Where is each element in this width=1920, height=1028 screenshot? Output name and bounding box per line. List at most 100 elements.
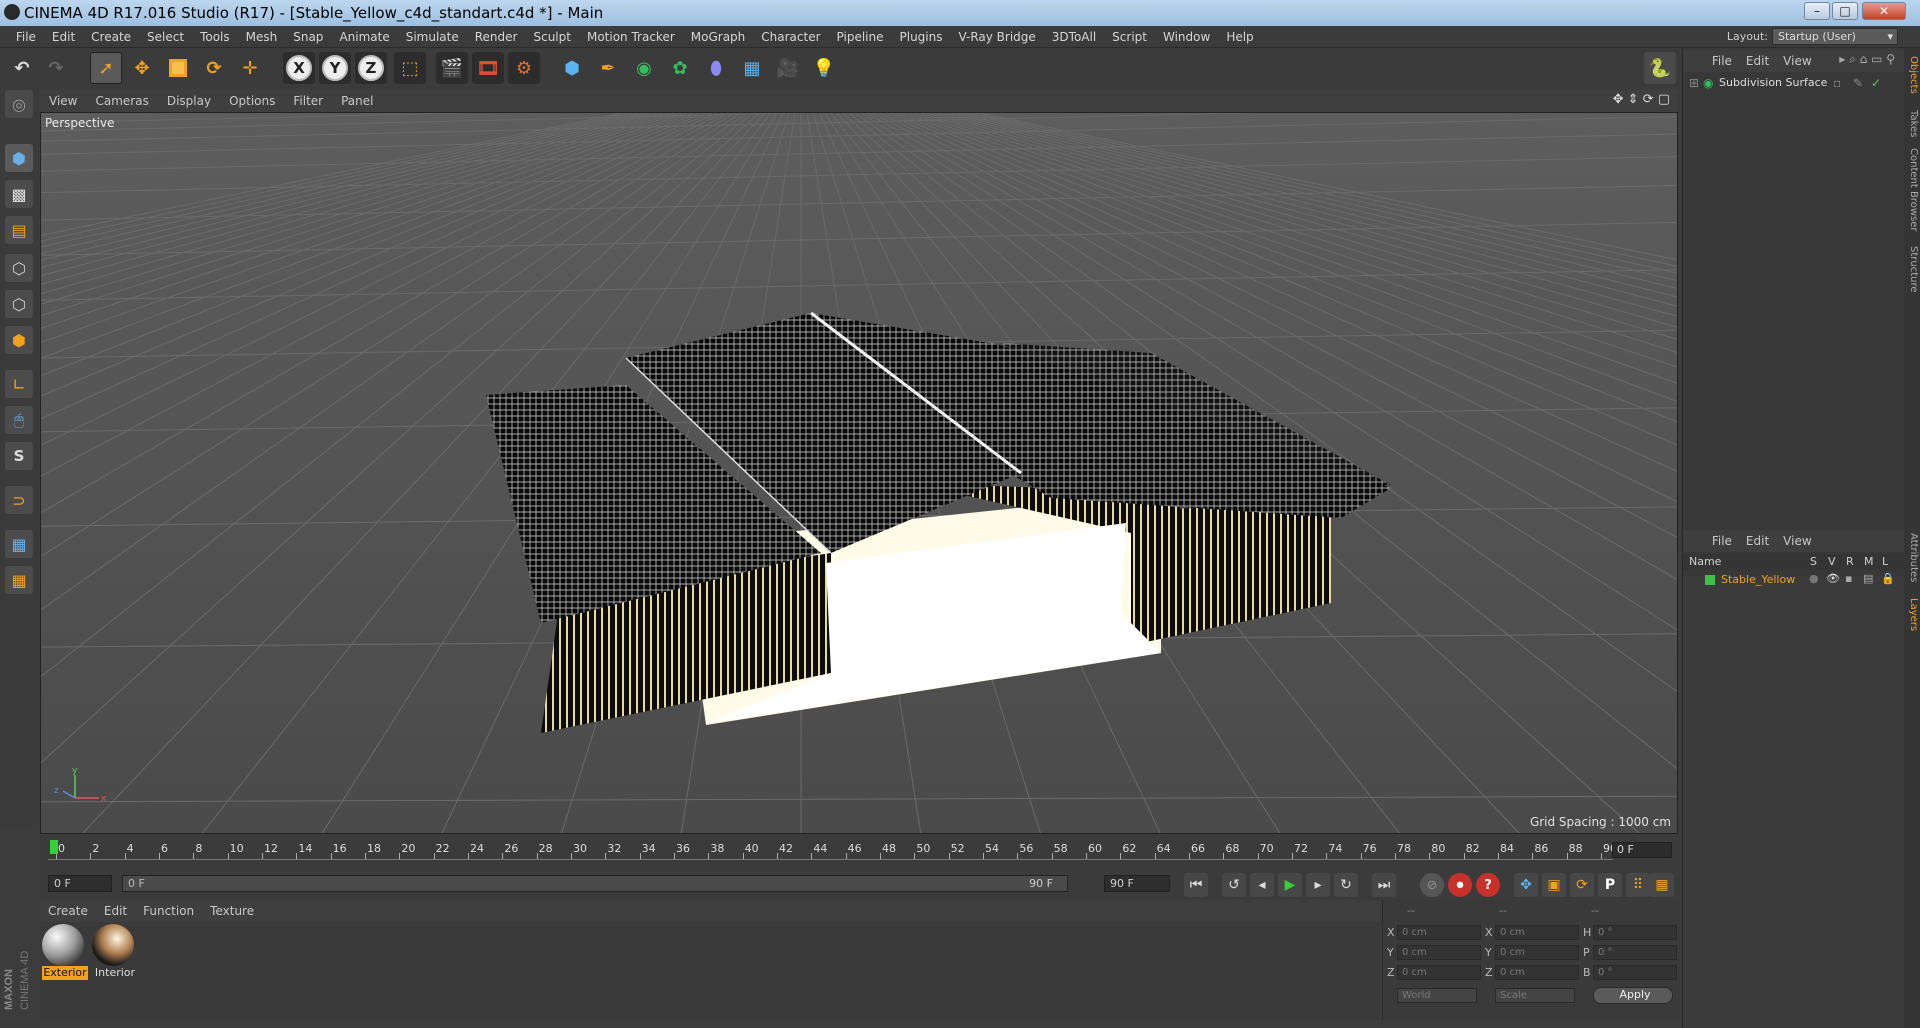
menu-snap[interactable]: Snap	[285, 26, 331, 48]
editor-visibility-icon[interactable]: ▫	[1833, 76, 1841, 90]
minimize-button[interactable]: –	[1804, 2, 1830, 20]
perspective-viewport[interactable]: y x z Perspective Grid Spacing : 1000 cm	[40, 112, 1678, 834]
next-key-icon[interactable]: ↻	[1334, 873, 1358, 897]
object-menu-edit[interactable]: Edit	[1739, 50, 1776, 72]
edges-mode-icon[interactable]: ⬡	[5, 290, 33, 318]
viewport-menu-view[interactable]: View	[40, 90, 86, 112]
rotate-icon[interactable]: ⟳	[198, 52, 230, 84]
menu-pipeline[interactable]: Pipeline	[829, 26, 892, 48]
transform-icon[interactable]: ✛	[234, 52, 266, 84]
menu-help[interactable]: Help	[1218, 26, 1261, 48]
menu-animate[interactable]: Animate	[331, 26, 397, 48]
viewport-menu-filter[interactable]: Filter	[284, 90, 332, 112]
menu-mograph[interactable]: MoGraph	[683, 26, 754, 48]
current-frame-field[interactable]: 0 F	[1612, 842, 1672, 858]
timeline[interactable]: 0 2 4 6 8 10 12 14 16 18 20 22 24 26 28 30 32 34 36 38 40 42 4…	[40, 836, 1680, 870]
solo-toggle-icon[interactable]: ●	[1809, 572, 1819, 585]
solo-mode-icon[interactable]: S	[5, 442, 33, 470]
preview-range-slider[interactable]: 0 F 90 F	[122, 875, 1068, 892]
position-y-field[interactable]: 0 cm	[1397, 945, 1481, 960]
mograph-cloner-icon[interactable]: ✿	[664, 52, 696, 84]
lock-workplane-icon[interactable]: ▦	[5, 530, 33, 558]
object-menu-file[interactable]: File	[1705, 50, 1739, 72]
object-manager-tool-icons[interactable]: ▸ ⌕ ⌂ ▭ ⚲	[1839, 52, 1895, 67]
manager-toggle-icon[interactable]: ▤	[1863, 572, 1873, 585]
end-frame-field[interactable]: 90 F	[1104, 875, 1170, 892]
viewport-menu-display[interactable]: Display	[158, 90, 220, 112]
playhead[interactable]	[50, 840, 58, 854]
record-keys-icon[interactable]: ⊘	[1420, 873, 1444, 897]
enabled-check-icon[interactable]: ✓	[1871, 76, 1881, 90]
deformer-icon[interactable]: ⬮	[700, 52, 732, 84]
menu-character[interactable]: Character	[753, 26, 828, 48]
tab-takes[interactable]: Takes	[1905, 110, 1919, 137]
coordinate-system-icon[interactable]: ⬚	[394, 52, 426, 84]
x-axis-lock-icon[interactable]: X	[283, 52, 315, 84]
menu-sculpt[interactable]: Sculpt	[525, 26, 578, 48]
object-row-subdivision-surface[interactable]: ⊞ ◉ Subdivision Surface ▫ ✎ ✓	[1687, 76, 1901, 92]
previous-frame-icon[interactable]: ◂	[1250, 873, 1274, 897]
menu-render[interactable]: Render	[467, 26, 526, 48]
rotation-p-field[interactable]: 0 °	[1593, 945, 1677, 960]
lock-toggle-icon[interactable]: 🔒	[1881, 572, 1895, 585]
layout-select[interactable]: Startup (User) ▾	[1772, 28, 1898, 45]
tab-attributes[interactable]: Attributes	[1905, 533, 1919, 582]
menu-tools[interactable]: Tools	[192, 26, 238, 48]
keyframe-selection-icon[interactable]: ?	[1476, 873, 1500, 897]
planar-workplane-icon[interactable]: ▦	[5, 566, 33, 594]
tab-content-browser[interactable]: Content Browser	[1905, 148, 1919, 231]
menu-motion-tracker[interactable]: Motion Tracker	[579, 26, 683, 48]
redo-icon[interactable]: ↷	[40, 52, 72, 84]
subdivision-surface-icon[interactable]: ◉	[628, 52, 660, 84]
menu-plugins[interactable]: Plugins	[892, 26, 951, 48]
menu-file[interactable]: File	[8, 26, 44, 48]
material-menu-create[interactable]: Create	[40, 900, 96, 922]
python-icon[interactable]: 🐍	[1644, 52, 1676, 84]
autokey-icon[interactable]: ⏺	[1448, 873, 1472, 897]
undo-icon[interactable]: ↶	[6, 52, 38, 84]
key-parameter-icon[interactable]: P	[1598, 873, 1622, 897]
viewport-menu-panel[interactable]: Panel	[332, 90, 382, 112]
render-view-icon[interactable]: 🎬	[436, 52, 468, 84]
menu-create[interactable]: Create	[83, 26, 139, 48]
camera-icon[interactable]: 🎥	[772, 52, 804, 84]
viewport-navigation-icons[interactable]: ✥ ⇕ ⟳ ▢	[1613, 92, 1670, 107]
menu-mesh[interactable]: Mesh	[238, 26, 286, 48]
start-frame-field[interactable]: 0 F	[48, 875, 112, 892]
object-menu-view[interactable]: View	[1776, 50, 1818, 72]
material-menu-edit[interactable]: Edit	[96, 900, 135, 922]
cube-primitive-icon[interactable]: ⬢	[556, 52, 588, 84]
render-picture-viewer-icon[interactable]: 🎞	[472, 52, 504, 84]
rotation-b-field[interactable]: 0 °	[1593, 965, 1677, 980]
size-x-field[interactable]: 0 cm	[1495, 925, 1579, 940]
timeline-window-icon[interactable]: ▦	[1650, 873, 1674, 897]
position-x-field[interactable]: 0 cm	[1397, 925, 1481, 940]
points-mode-icon[interactable]: ⬡	[5, 254, 33, 282]
z-axis-lock-icon[interactable]: Z	[355, 52, 387, 84]
layer-color-swatch[interactable]	[1705, 575, 1715, 585]
viewport-menu-cameras[interactable]: Cameras	[86, 90, 157, 112]
material-menu-texture[interactable]: Texture	[202, 900, 262, 922]
y-axis-lock-icon[interactable]: Y	[319, 52, 351, 84]
floor-icon[interactable]: ▦	[736, 52, 768, 84]
material-exterior[interactable]: Exterior	[42, 924, 88, 980]
position-z-field[interactable]: 0 cm	[1397, 965, 1481, 980]
coordinate-mode-select[interactable]: World	[1397, 988, 1477, 1003]
layer-menu-view[interactable]: View	[1776, 530, 1818, 552]
layer-row-stable-yellow[interactable]: Stable_Yellow ● 👁 ▪ ▤ 🔒	[1683, 572, 1905, 588]
render-toggle-icon[interactable]: ▪	[1845, 572, 1852, 585]
make-editable-icon[interactable]: ◎	[5, 90, 33, 118]
axis-mode-icon[interactable]: ∟	[5, 370, 33, 398]
size-z-field[interactable]: 0 cm	[1495, 965, 1579, 980]
menu-edit[interactable]: Edit	[44, 26, 83, 48]
model-mode-icon[interactable]: ⬢	[5, 144, 33, 172]
tweak-mode-icon[interactable]: 🖱	[5, 406, 33, 434]
workplane-icon[interactable]: ▤	[5, 216, 33, 244]
key-scale-icon[interactable]: ▣	[1542, 873, 1566, 897]
play-icon[interactable]: ▶	[1278, 873, 1302, 897]
layer-menu-edit[interactable]: Edit	[1739, 530, 1776, 552]
tab-layers[interactable]: Layers	[1905, 598, 1919, 631]
apply-button[interactable]: Apply	[1593, 987, 1673, 1004]
menu-select[interactable]: Select	[139, 26, 192, 48]
live-selection-icon[interactable]: ➚	[90, 52, 122, 84]
